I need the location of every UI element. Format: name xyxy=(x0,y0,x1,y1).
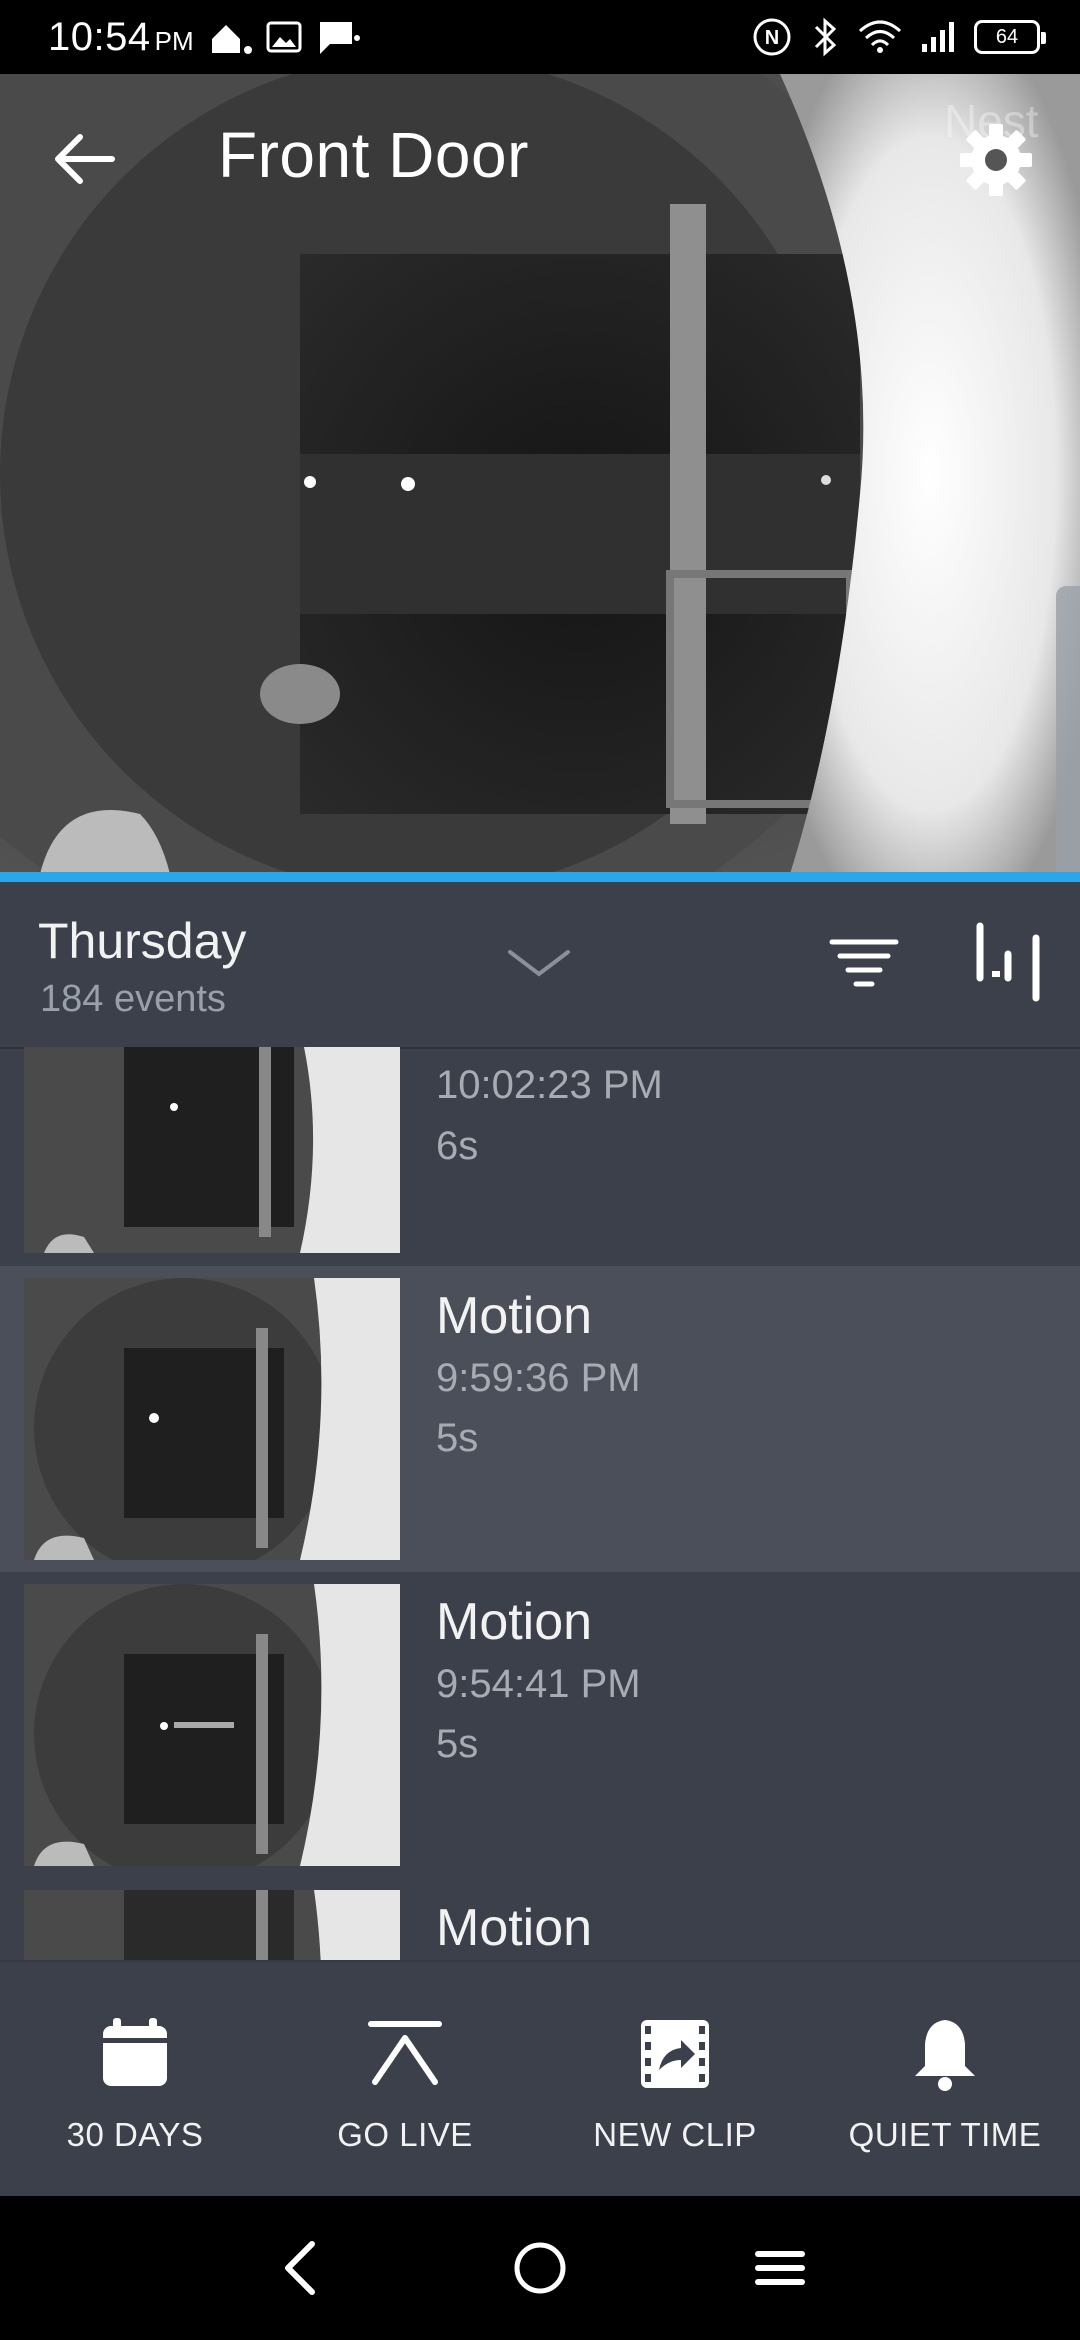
system-home-icon[interactable] xyxy=(500,2236,580,2300)
gallery-icon xyxy=(266,21,302,53)
event-time: 9:54:41 PM xyxy=(436,1662,641,1706)
bluetooth-icon xyxy=(814,17,837,57)
list-item[interactable]: Motion xyxy=(0,1878,1080,1960)
new-clip-button[interactable]: NEW CLIP xyxy=(540,1962,810,2198)
svg-text:N: N xyxy=(765,27,779,49)
wifi-icon xyxy=(858,20,902,53)
event-type: Motion xyxy=(436,1899,593,1957)
day-name: Thursday xyxy=(38,913,247,969)
thirty-days-button[interactable]: 30 DAYS xyxy=(0,1962,270,2198)
event-thumbnail xyxy=(24,1584,400,1866)
system-menu-icon[interactable] xyxy=(740,2236,820,2300)
nfc-icon: N xyxy=(753,18,791,56)
bottom-action-bar: 30 DAYS GO LIVE NEW CLIP QUIET TIME xyxy=(0,1960,1080,2198)
chevron-down-icon[interactable] xyxy=(506,946,572,980)
top-app-bar: Front Door Nest xyxy=(0,74,1080,244)
list-item[interactable]: Motion 9:54:41 PM 5s xyxy=(0,1572,1080,1878)
event-duration: 5s xyxy=(436,1722,479,1766)
go-live-button[interactable]: GO LIVE xyxy=(270,1962,540,2198)
signal-icon xyxy=(922,22,954,52)
event-duration: 5s xyxy=(436,1416,479,1460)
list-item[interactable]: Motion 9:59:36 PM 5s xyxy=(0,1266,1080,1572)
filter-icon[interactable] xyxy=(826,926,902,1002)
calendar-icon xyxy=(103,2018,167,2086)
battery-indicator: 64 xyxy=(974,20,1046,54)
event-list[interactable]: 10:02:23 PM 6s Motion 9:59:36 PM 5s Moti… xyxy=(0,1047,1080,1960)
system-navigation-bar xyxy=(0,2196,1080,2340)
event-time: 9:59:36 PM xyxy=(436,1356,641,1400)
event-thumbnail xyxy=(24,1047,400,1253)
timeline-view-icon[interactable] xyxy=(968,918,1048,1008)
event-count: 184 events xyxy=(40,978,226,1020)
status-time: 10:54 PM xyxy=(48,14,194,59)
home-alert-icon xyxy=(211,25,252,54)
page-title: Front Door xyxy=(218,119,529,191)
day-header: Thursday 184 events xyxy=(0,882,1080,1049)
bell-icon xyxy=(915,2020,975,2091)
back-arrow-icon[interactable] xyxy=(48,129,120,189)
event-thumbnail xyxy=(24,1278,400,1560)
message-icon xyxy=(319,22,360,54)
event-type: Motion xyxy=(436,1287,593,1345)
system-back-icon[interactable] xyxy=(262,2236,342,2300)
timeline-progress-bar xyxy=(0,872,1080,882)
event-type: Motion xyxy=(436,1593,593,1651)
event-time: 10:02:23 PM xyxy=(436,1063,663,1107)
status-bar: 10:54 PM N 64 xyxy=(0,0,1080,74)
event-duration: 6s xyxy=(436,1124,479,1168)
event-thumbnail xyxy=(24,1890,400,1960)
gear-icon[interactable] xyxy=(956,120,1036,200)
new-clip-icon xyxy=(641,2020,709,2088)
quiet-time-button[interactable]: QUIET TIME xyxy=(810,1962,1080,2198)
go-live-icon xyxy=(368,2021,442,2085)
